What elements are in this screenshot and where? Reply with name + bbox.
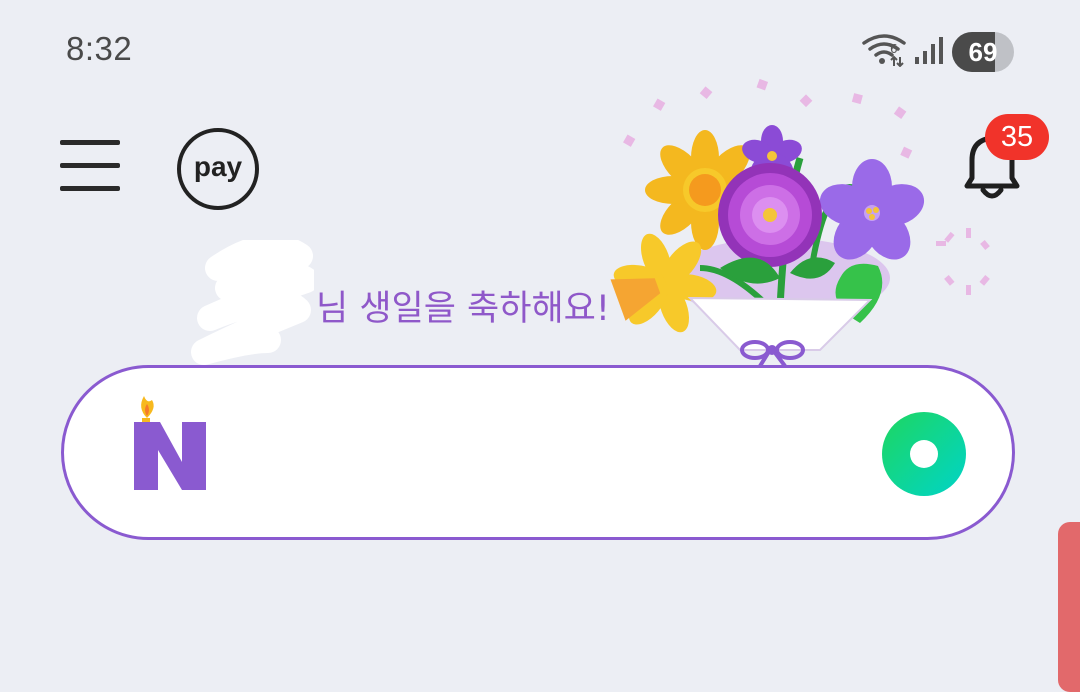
notification-count-badge: 35 (985, 114, 1049, 160)
hamburger-menu-icon (60, 140, 120, 191)
battery-level: 69 (968, 36, 998, 67)
name-redaction (191, 240, 314, 365)
birthday-greeting: 님 생일을 축하해요! (316, 289, 610, 329)
pay-button[interactable]: pay (177, 128, 259, 210)
status-icons: 6 69 (862, 31, 1014, 73)
signal-icon (914, 35, 944, 69)
status-time: 8:32 (66, 30, 133, 67)
svg-text:6: 6 (890, 42, 898, 56)
birthday-bouquet-illustration (610, 78, 990, 368)
green-circle-icon (882, 412, 966, 496)
pay-label: pay (193, 151, 243, 182)
naver-birthday-n-icon (134, 396, 206, 490)
menu-button[interactable] (58, 138, 122, 194)
battery-icon: 69 (952, 32, 1014, 72)
side-edge-tab[interactable] (1058, 522, 1080, 692)
wifi-icon: 6 (862, 33, 906, 71)
green-circle-button[interactable] (880, 410, 968, 498)
search-input[interactable] (230, 420, 854, 492)
